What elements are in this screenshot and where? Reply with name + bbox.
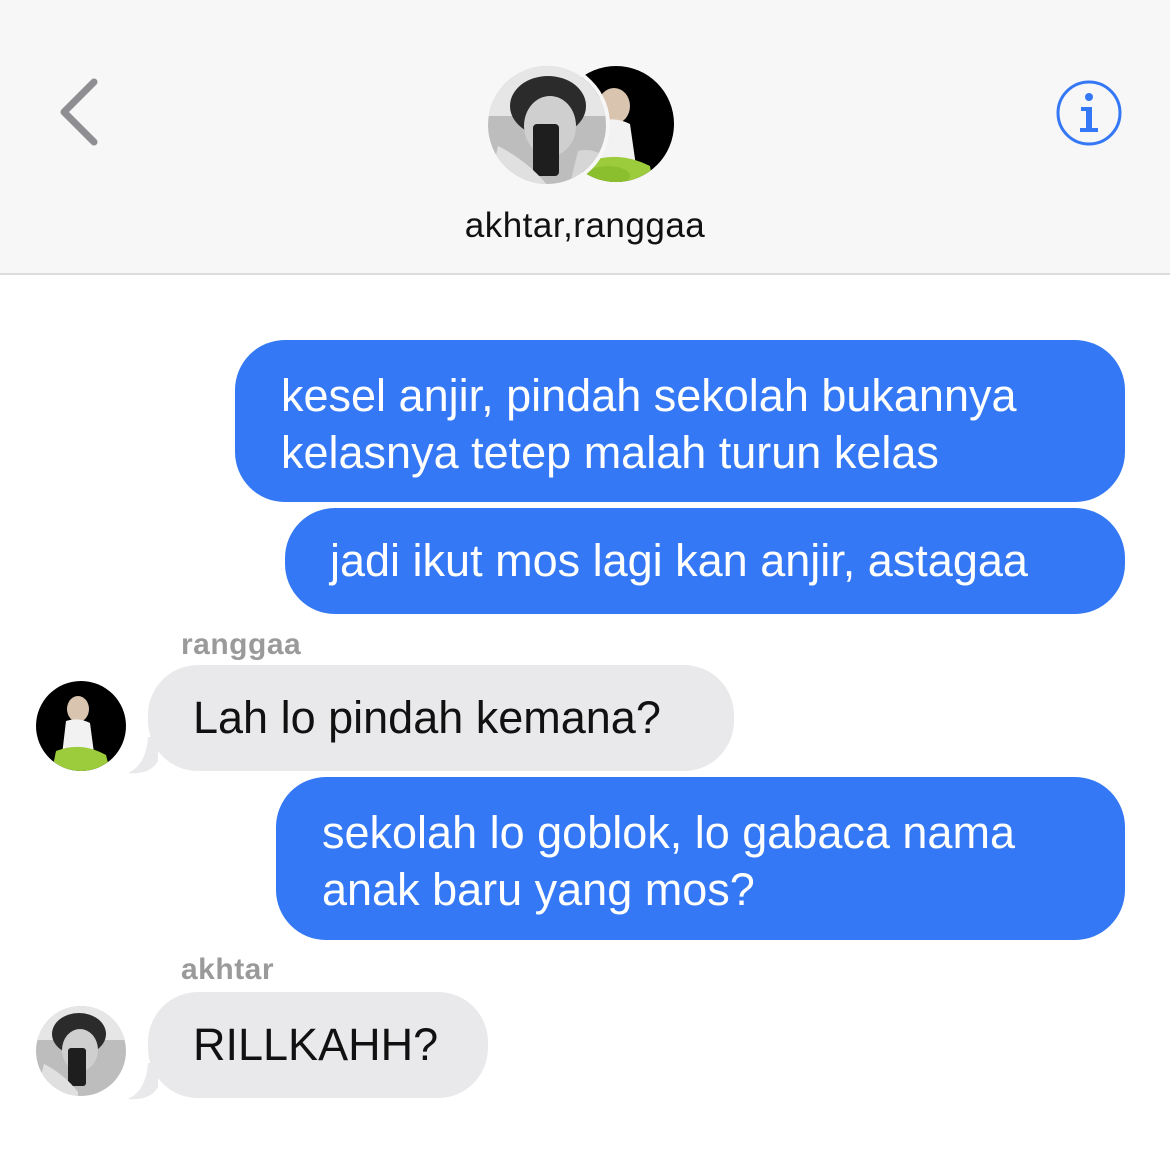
message-line: jadi ikut mos lagi kan anjir, astagaa [330,535,1028,586]
message-bubble-incoming[interactable]: Lah lo pindah kemana? [148,665,734,771]
message-line: RILLKAHH? [193,1019,439,1070]
info-button[interactable] [1054,78,1124,148]
sender-name: ranggaa [181,628,302,661]
message-line: kelasnya tetep malah turun kelas [281,427,939,478]
chevron-left-icon [60,78,98,146]
message-bubble-incoming[interactable]: RILLKAHH? [148,992,488,1098]
message-line: sekolah lo goblok, lo gabaca nama [322,807,1015,858]
group-avatars[interactable] [484,62,684,192]
avatar-akhtar-small[interactable] [36,1006,126,1096]
message-line: Lah lo pindah kemana? [193,692,661,743]
message-bubble-outgoing[interactable]: kesel anjir, pindah sekolah bukannya kel… [235,340,1125,502]
conversation-header: akhtar,ranggaa [0,0,1170,275]
message-bubble-outgoing[interactable]: jadi ikut mos lagi kan anjir, astagaa [285,508,1125,614]
avatar-ranggaa-small[interactable] [36,681,126,771]
back-button[interactable] [52,72,112,152]
message-bubble-outgoing[interactable]: sekolah lo goblok, lo gabaca nama anak b… [276,777,1125,940]
message-line: kesel anjir, pindah sekolah bukannya [281,370,1017,421]
conversation-title[interactable]: akhtar,ranggaa [0,206,1170,246]
sender-name: akhtar [181,953,275,986]
avatar-akhtar [484,62,610,188]
message-line: anak baru yang mos? [322,864,755,915]
info-icon [1056,80,1122,146]
